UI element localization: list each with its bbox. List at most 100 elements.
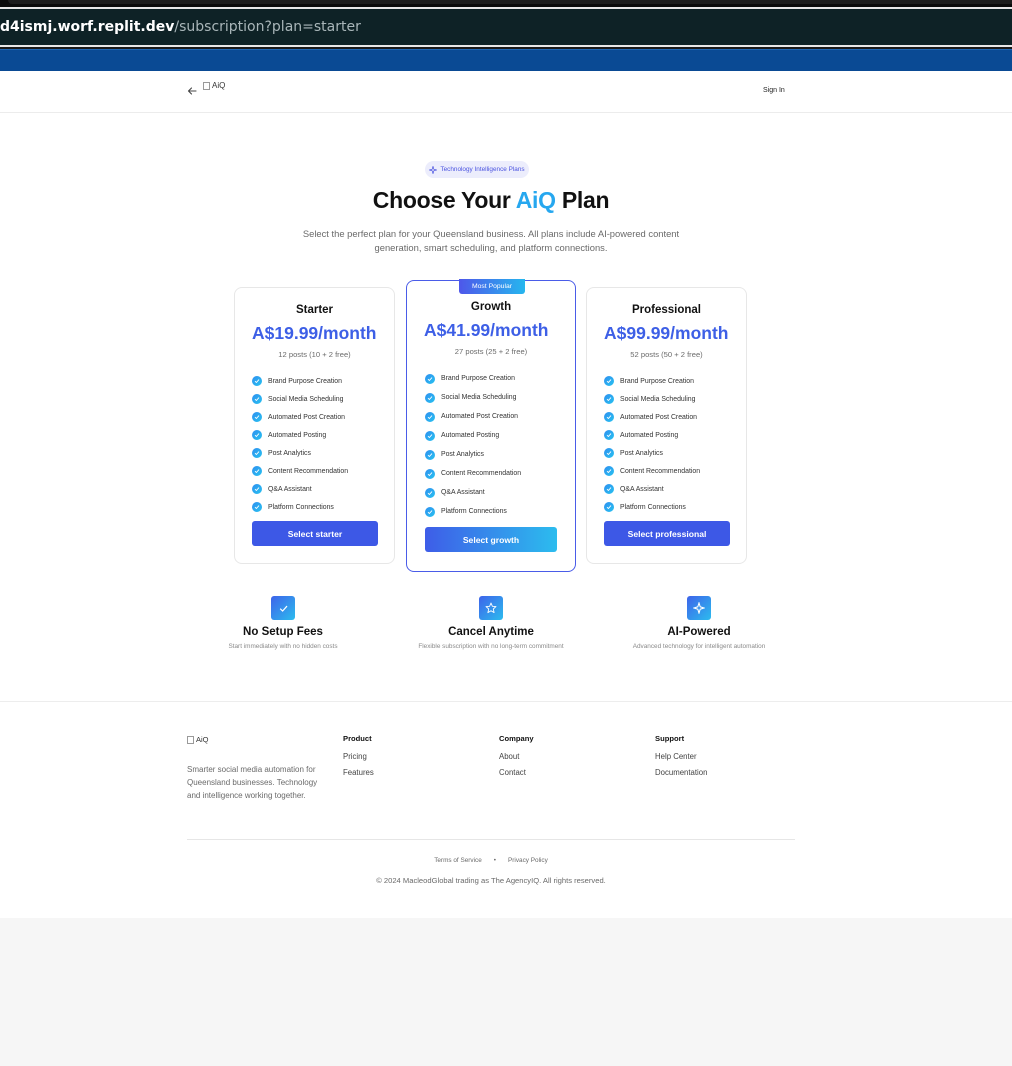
perk-description: Flexible subscription with no long-term … xyxy=(418,643,564,650)
legal-links: Terms of Service • Privacy Policy xyxy=(0,857,982,864)
feature-label: Automated Posting xyxy=(268,431,327,439)
feature-item: Content Recommendation xyxy=(252,462,348,480)
check-circle-icon xyxy=(252,412,262,422)
select-growth-button[interactable]: Select growth xyxy=(425,527,557,552)
footer-link-contact[interactable]: Contact xyxy=(499,768,534,777)
feature-label: Post Analytics xyxy=(620,449,663,457)
feature-item: Brand Purpose Creation xyxy=(425,369,521,388)
footer-column-product: Product Pricing Features xyxy=(343,734,374,784)
privacy-link[interactable]: Privacy Policy xyxy=(508,857,548,864)
check-circle-icon xyxy=(604,502,614,512)
feature-item: Content Recommendation xyxy=(425,464,521,483)
select-professional-button[interactable]: Select professional xyxy=(604,521,730,546)
footer-column-title: Company xyxy=(499,734,534,743)
plan-price: A$41.99/month xyxy=(424,320,549,340)
check-circle-icon xyxy=(425,430,435,441)
perk-title: Cancel Anytime xyxy=(448,626,534,638)
feature-list: Brand Purpose Creation Social Media Sche… xyxy=(604,372,700,516)
feature-label: Automated Post Creation xyxy=(620,413,697,421)
check-circle-icon xyxy=(604,430,614,440)
select-starter-button[interactable]: Select starter xyxy=(252,521,378,546)
feature-item: Social Media Scheduling xyxy=(425,388,521,407)
feature-label: Automated Post Creation xyxy=(441,413,518,420)
check-circle-icon xyxy=(604,376,614,386)
check-circle-icon xyxy=(604,466,614,476)
feature-list: Brand Purpose Creation Social Media Sche… xyxy=(252,372,348,516)
check-icon xyxy=(271,596,295,620)
sign-in-link[interactable]: Sign In xyxy=(763,87,785,94)
footer-link-about[interactable]: About xyxy=(499,752,534,761)
check-circle-icon xyxy=(252,484,262,494)
subscription-page: AiQ Sign In Technology Intelligence Plan… xyxy=(0,71,1012,918)
plans-badge-label: Technology Intelligence Plans xyxy=(440,166,525,173)
broken-image-icon xyxy=(187,735,194,744)
feature-label: Q&A Assistant xyxy=(620,485,664,493)
most-popular-badge: Most Popular xyxy=(459,279,525,294)
footer-link-pricing[interactable]: Pricing xyxy=(343,752,374,761)
feature-label: Social Media Scheduling xyxy=(620,395,696,403)
plan-card-growth: Most Popular Growth A$41.99/month 27 pos… xyxy=(406,279,576,572)
check-circle-icon xyxy=(252,502,262,512)
footer-link-help-center[interactable]: Help Center xyxy=(655,752,707,761)
arrow-left-icon[interactable] xyxy=(186,85,198,97)
footer-column-company: Company About Contact xyxy=(499,734,534,784)
footer-logo[interactable]: AiQ xyxy=(187,735,209,744)
footer-column-title: Product xyxy=(343,734,372,743)
sparkle-icon xyxy=(687,596,711,620)
perk-title: AI-Powered xyxy=(667,626,731,638)
feature-label: Platform Connections xyxy=(268,503,334,511)
check-circle-icon xyxy=(425,468,435,479)
check-circle-icon xyxy=(425,392,435,403)
feature-label: Brand Purpose Creation xyxy=(441,375,515,382)
check-circle-icon xyxy=(604,394,614,404)
check-circle-icon xyxy=(425,487,435,498)
feature-label: Q&A Assistant xyxy=(268,485,312,493)
feature-item: Automated Posting xyxy=(425,426,521,445)
title-suffix: Plan xyxy=(555,187,610,213)
browser-top-edge xyxy=(0,0,1012,7)
feature-item: Automated Post Creation xyxy=(252,408,348,426)
feature-label: Post Analytics xyxy=(441,451,484,458)
feature-label: Automated Post Creation xyxy=(268,413,345,421)
plan-posts: 12 posts (10 + 2 free) xyxy=(278,350,351,359)
feature-label: Brand Purpose Creation xyxy=(620,377,694,385)
feature-label: Content Recommendation xyxy=(268,467,349,475)
check-circle-icon xyxy=(252,430,262,440)
address-url[interactable]: d4ismj.worf.replit.dev/subscription?plan… xyxy=(0,19,361,35)
feature-item: Automated Post Creation xyxy=(425,407,521,426)
feature-item: Post Analytics xyxy=(604,444,700,462)
footer-link-documentation[interactable]: Documentation xyxy=(655,768,707,777)
feature-item: Platform Connections xyxy=(252,498,348,516)
perk-description: Start immediately with no hidden costs xyxy=(228,643,338,650)
top-nav: AiQ Sign In xyxy=(0,71,1012,113)
feature-item: Q&A Assistant xyxy=(604,480,700,498)
check-circle-icon xyxy=(425,411,435,422)
url-host: d4ismj.worf.replit.dev xyxy=(0,19,175,35)
feature-label: Automated Posting xyxy=(620,431,679,439)
footer-column-support: Support Help Center Documentation xyxy=(655,734,707,784)
feature-item: Content Recommendation xyxy=(604,462,700,480)
footer-link-features[interactable]: Features xyxy=(343,768,374,777)
footer-bottom-divider xyxy=(187,839,795,840)
feature-label: Post Analytics xyxy=(268,449,311,457)
perk-description: Advanced technology for intelligent auto… xyxy=(632,643,766,650)
feature-item: Automated Post Creation xyxy=(604,408,700,426)
footer-column-title: Support xyxy=(655,734,685,743)
feature-item: Automated Posting xyxy=(252,426,348,444)
plans-badge: Technology Intelligence Plans xyxy=(425,161,529,178)
terms-link[interactable]: Terms of Service xyxy=(434,857,482,864)
perk-no-setup-fees: No Setup Fees Start immediately with no … xyxy=(183,596,383,650)
footer-logo-alt-text: AiQ xyxy=(196,735,209,744)
perk-cancel-anytime: Cancel Anytime Flexible subscription wit… xyxy=(391,596,591,650)
feature-item: Brand Purpose Creation xyxy=(252,372,348,390)
url-path: /subscription?plan=starter xyxy=(174,19,361,35)
legal-separator: • xyxy=(493,857,497,864)
logo[interactable]: AiQ xyxy=(203,81,225,90)
address-bar[interactable]: d4ismj.worf.replit.dev/subscription?plan… xyxy=(0,7,1012,47)
check-circle-icon xyxy=(252,394,262,404)
perk-title: No Setup Fees xyxy=(243,626,323,638)
feature-label: Automated Posting xyxy=(441,432,500,439)
browser-tab-strip xyxy=(8,0,1012,4)
check-circle-icon xyxy=(604,412,614,422)
feature-item: Platform Connections xyxy=(604,498,700,516)
